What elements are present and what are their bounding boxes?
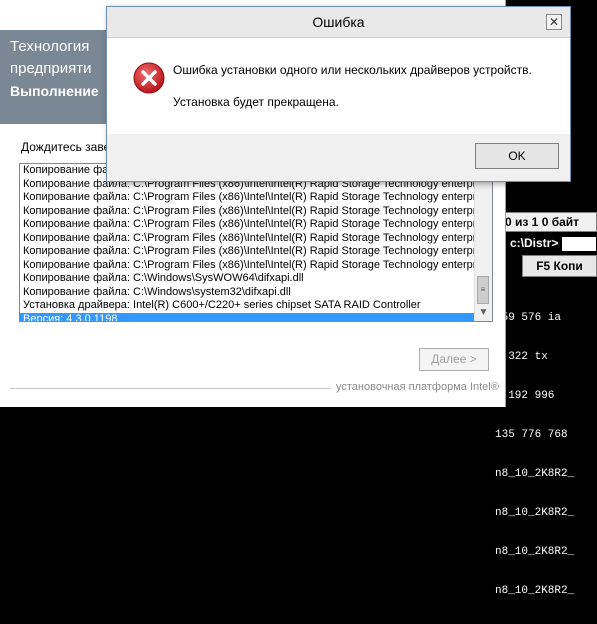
log-line-selected[interactable]: Версия: 4.3.0.1198: [20, 312, 475, 321]
banner-line: предприяти: [10, 60, 92, 77]
error-detail: Установка будет прекращена.: [173, 95, 339, 109]
list-item: 1 192 996: [495, 390, 555, 402]
log-line: Копирование файла: C:\Program Files (x86…: [23, 231, 475, 244]
file-list: 559 576 ia 5 322 tx 1 192 996 135 776 76…: [495, 286, 597, 597]
banner-line: Выполнение: [10, 83, 99, 99]
error-dialog: Ошибка ✕ Ошибка установки одного или нес…: [106, 6, 571, 182]
list-item: 135 776 768: [495, 429, 568, 441]
list-item: n8_10_2K8R2_: [495, 585, 575, 597]
log-line: Копирование файла: C:\Windows\system32\d…: [23, 285, 291, 298]
log-line: Копирование файла: C:\Program Files (x86…: [23, 258, 475, 271]
log-scrollbar[interactable]: ▲ ≡ ▼: [474, 164, 492, 321]
list-item: n8_10_2K8R2_: [495, 468, 575, 480]
dialog-titlebar[interactable]: Ошибка ✕: [107, 7, 570, 38]
command-line[interactable]: c:\Distr>: [508, 234, 597, 254]
f5-copy-button[interactable]: F5 Копи: [522, 255, 597, 277]
installer-footer: установочная платформа Intel®: [336, 381, 499, 393]
scroll-down-icon[interactable]: ▼: [475, 304, 492, 321]
next-button[interactable]: Далее >: [419, 348, 489, 371]
list-item: 5 322 tx: [495, 351, 548, 363]
dialog-title: Ошибка: [312, 14, 365, 30]
path-label: c:\Distr>: [510, 236, 559, 250]
close-button[interactable]: ✕: [546, 14, 562, 30]
log-line: Копирование файла: C:\Program Files (x86…: [23, 191, 475, 203]
error-x-icon: [133, 62, 165, 94]
list-item: 559 576 ia: [495, 312, 562, 324]
log-line: Копирование файла: C:\Program Files (x86…: [23, 245, 475, 257]
close-icon: ✕: [548, 15, 560, 29]
list-item: n8_10_2K8R2_: [495, 507, 575, 519]
log-line: Копирование файла: C:\Program Files (x86…: [23, 218, 475, 230]
list-item: n8_10_2K8R2_: [495, 546, 575, 558]
log-line: Копирование файла: C:\Program Files (x86…: [23, 204, 475, 217]
log-line: Установка драйвера: Intel(R) C600+/C220+…: [23, 299, 421, 311]
command-input[interactable]: [562, 236, 597, 251]
dialog-body: Ошибка установки одного или нескольких д…: [107, 38, 570, 134]
install-log[interactable]: Копирование фай Копирование файла: C:\Pr…: [19, 163, 493, 322]
installer-banner: Технология предприяти Выполнение: [0, 30, 108, 124]
selection-info-bar: 0 из 1 0 байт: [500, 212, 597, 232]
scroll-thumb[interactable]: ≡: [477, 276, 489, 304]
ok-button[interactable]: OK: [475, 143, 559, 169]
error-message: Ошибка установки одного или нескольких д…: [173, 63, 532, 77]
footer-divider: [10, 388, 330, 389]
banner-line: Технология: [10, 38, 90, 55]
wait-label: Дождитесь заве: [21, 140, 111, 154]
log-line: Копирование файла: C:\Windows\SysWOW64\d…: [23, 272, 304, 284]
